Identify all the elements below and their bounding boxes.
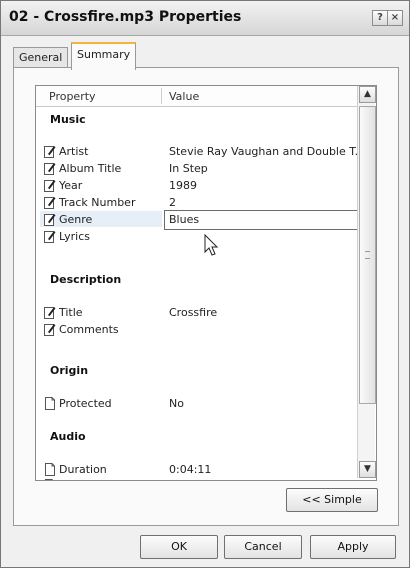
edit-icon xyxy=(44,197,56,209)
window-title: 02 - Crossfire.mp3 Properties xyxy=(9,9,242,25)
row-year[interactable]: Year 1989 xyxy=(36,178,376,194)
summary-panel: Property Value Music Artist Stevie Ray V… xyxy=(13,67,399,526)
comments-label: Comments xyxy=(59,323,119,336)
protected-label: Protected xyxy=(59,397,112,410)
column-header-value[interactable]: Value xyxy=(169,90,199,103)
document-icon xyxy=(45,479,54,480)
edit-icon xyxy=(44,163,56,175)
track-number-value[interactable]: 2 xyxy=(169,196,374,209)
title-label: Title xyxy=(59,306,83,319)
group-origin: Origin xyxy=(50,364,89,377)
edit-icon xyxy=(44,307,56,319)
document-icon xyxy=(45,463,55,476)
row-comments[interactable]: Comments xyxy=(36,322,376,338)
artist-value[interactable]: Stevie Ray Vaughan and Double T... xyxy=(169,145,374,158)
album-title-label: Album Title xyxy=(59,162,122,175)
document-icon xyxy=(45,397,55,410)
simple-view-button[interactable]: << Simple xyxy=(286,488,378,512)
duration-label: Duration xyxy=(59,463,107,476)
row-title[interactable]: Title Crossfire xyxy=(36,305,376,321)
group-audio: Audio xyxy=(50,430,86,443)
vertical-scrollbar[interactable]: ▲ ▼ xyxy=(357,86,376,478)
mouse-pointer-icon xyxy=(204,234,219,256)
close-button[interactable]: × xyxy=(387,10,403,26)
lyrics-label: Lyrics xyxy=(59,230,90,243)
property-list[interactable]: Property Value Music Artist Stevie Ray V… xyxy=(35,85,377,481)
year-value[interactable]: 1989 xyxy=(169,179,374,192)
cancel-button[interactable]: Cancel xyxy=(224,535,302,559)
genre-label: Genre xyxy=(59,213,93,226)
group-description: Description xyxy=(50,273,122,286)
scrollbar-grip-icon xyxy=(365,251,370,259)
tab-summary[interactable]: Summary xyxy=(71,42,137,70)
group-music: Music xyxy=(50,113,86,126)
title-bar[interactable]: 02 - Crossfire.mp3 Properties ? × xyxy=(1,1,409,36)
column-header-property[interactable]: Property xyxy=(49,90,96,103)
duration-value: 0:04:11 xyxy=(169,463,212,476)
edit-icon xyxy=(44,180,56,192)
album-title-value[interactable]: In Step xyxy=(169,162,374,175)
year-label: Year xyxy=(59,179,83,192)
track-number-label: Track Number xyxy=(59,196,136,209)
edit-icon xyxy=(44,214,56,226)
scroll-down-button[interactable]: ▼ xyxy=(359,461,376,478)
row-partial[interactable] xyxy=(36,478,376,480)
row-duration[interactable]: Duration 0:04:11 xyxy=(36,462,376,478)
edit-icon xyxy=(44,324,56,336)
row-protected[interactable]: Protected No xyxy=(36,396,376,412)
tab-strip: General Summary xyxy=(13,41,403,70)
list-header: Property Value xyxy=(36,86,376,107)
row-artist[interactable]: Artist Stevie Ray Vaughan and Double T..… xyxy=(36,144,376,160)
row-album-title[interactable]: Album Title In Step xyxy=(36,161,376,177)
title-value[interactable]: Crossfire xyxy=(169,306,374,319)
row-track-number[interactable]: Track Number 2 xyxy=(36,195,376,211)
artist-label: Artist xyxy=(59,145,89,158)
apply-button[interactable]: Apply xyxy=(310,535,396,559)
column-divider[interactable] xyxy=(161,88,162,104)
genre-value[interactable]: Blues xyxy=(169,213,374,226)
row-genre[interactable]: Genre Blues xyxy=(36,210,376,230)
scrollbar-thumb[interactable] xyxy=(359,106,376,404)
edit-icon xyxy=(44,231,56,243)
help-button[interactable]: ? xyxy=(372,10,388,26)
properties-dialog: 02 - Crossfire.mp3 Properties ? × Genera… xyxy=(0,0,410,568)
protected-value: No xyxy=(169,397,184,410)
tab-general[interactable]: General xyxy=(13,47,69,68)
ok-button[interactable]: OK xyxy=(140,535,218,559)
edit-icon xyxy=(44,146,56,158)
scroll-up-button[interactable]: ▲ xyxy=(359,86,376,103)
